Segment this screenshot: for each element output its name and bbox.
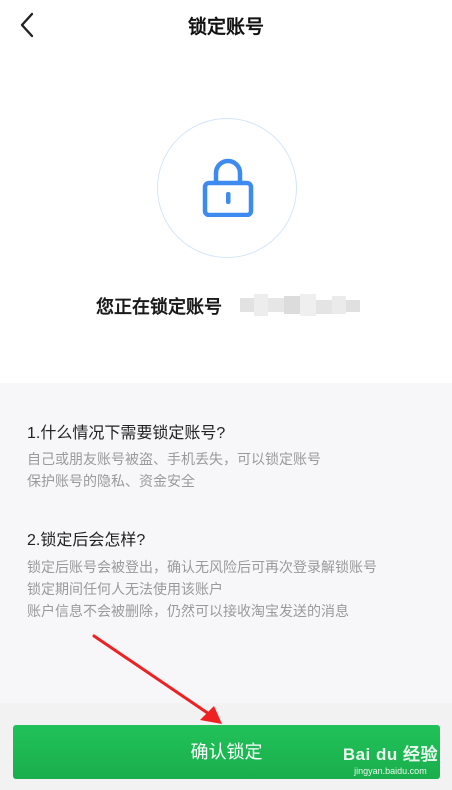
faq-answer-line: 锁定期间任何人无法使用该账户 — [27, 581, 223, 597]
watermark-logo: Bai du 经验 — [342, 745, 438, 764]
faq-question: 2.锁定后会怎样? — [27, 532, 146, 549]
faq-question: 1.什么情况下需要锁定账号? — [27, 425, 226, 442]
faq-answer-line: 自己或朋友账号被盗、手机丢失，可以锁定账号 — [27, 451, 321, 467]
watermark: Bai du 经验 jingyan.baidu.com — [343, 740, 438, 776]
nav-bar: 锁定账号 — [0, 0, 452, 50]
lock-icon — [202, 158, 254, 217]
blurred-account-name — [240, 294, 360, 316]
faq-answer-line: 锁定后账号会被登出，确认无风险后可再次登录解锁账号 — [27, 559, 377, 575]
watermark-url: jingyan.baidu.com — [354, 766, 427, 776]
page-title: 锁定账号 — [187, 17, 264, 38]
lock-account-text: 您正在锁定账号 — [96, 297, 222, 317]
faq-answer-line: 保护账号的隐私、资金安全 — [27, 473, 195, 489]
lock-circle — [157, 118, 297, 258]
faq-answer-line: 账户信息不会被删除，仍然可以接收淘宝发送的消息 — [27, 603, 349, 619]
